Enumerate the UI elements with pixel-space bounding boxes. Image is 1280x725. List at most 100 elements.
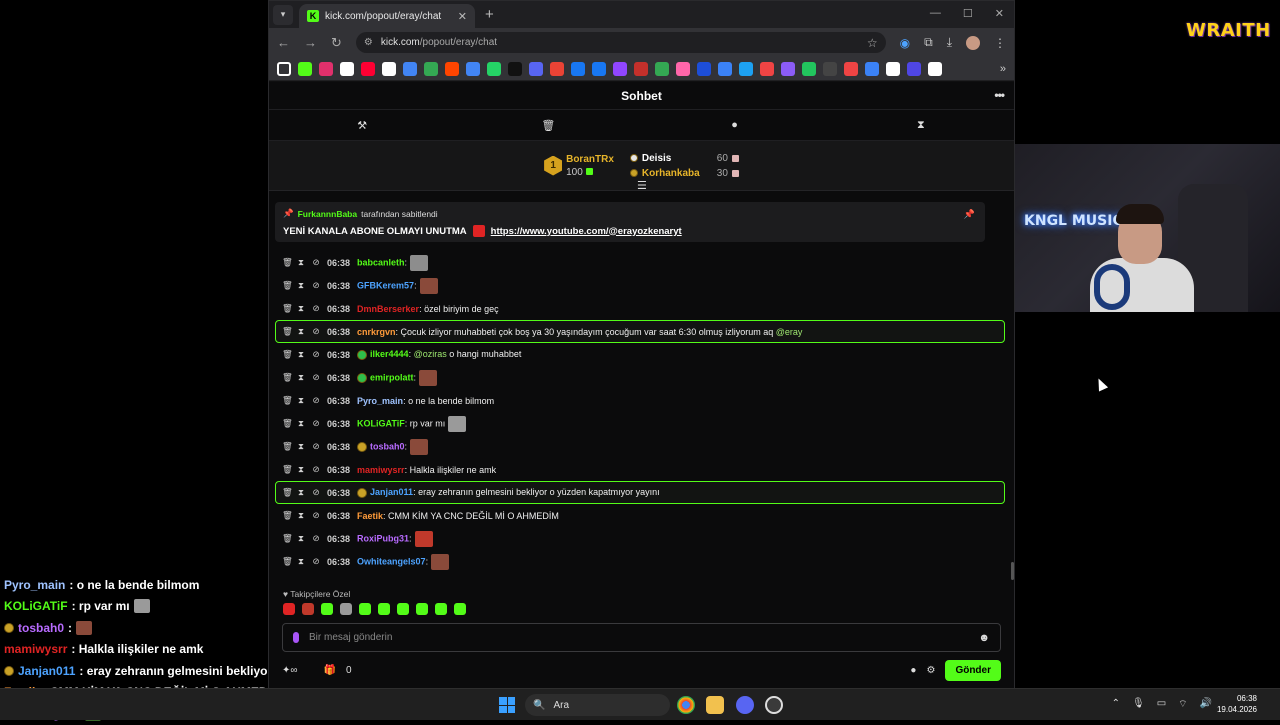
timeout-icon[interactable]: ⧗ <box>297 556 305 567</box>
delete-message-icon[interactable]: 🗑 <box>282 510 293 521</box>
hourglass-icon[interactable]: ⧗ <box>828 119 1014 132</box>
ban-icon[interactable]: ⊘ <box>312 372 320 383</box>
bookmark-icon[interactable] <box>466 61 480 76</box>
message-user[interactable]: babcanleth <box>357 257 405 267</box>
emote-shortcut-icon[interactable] <box>340 603 352 615</box>
delete-message-icon[interactable]: 🗑 <box>282 349 293 360</box>
message-user[interactable]: Owhiteangels07 <box>357 556 426 566</box>
timeout-icon[interactable]: ⧗ <box>297 418 305 429</box>
browser-tab[interactable]: K kick.com/popout/eray/chat ✕ <box>299 4 475 28</box>
chat-message[interactable]: 🗑 ⧗ ⊘ 06:38 cnrkrgvn: Çocuk izliyor muhabbet… <box>275 320 1005 343</box>
pinned-by-user[interactable]: FurkannnBaba <box>298 209 358 219</box>
timeout-icon[interactable]: ⧗ <box>297 257 305 268</box>
bookmark-icon[interactable] <box>697 61 711 76</box>
timeout-icon[interactable]: ⧗ <box>297 441 305 452</box>
bookmark-icon[interactable] <box>802 61 816 76</box>
chat-message[interactable]: 🗑 ⧗ ⊘ 06:38 Pyro_main: o ne la bende bilmom <box>275 389 1005 412</box>
windows-start-icon[interactable] <box>499 697 515 713</box>
ban-icon[interactable]: ⊘ <box>312 326 320 337</box>
bookmark-icon[interactable] <box>340 61 354 76</box>
chat-message[interactable]: 🗑 ⧗ ⊘ 06:38 Faetik: CMM KİM YA CNC DEĞİL Mİ … <box>275 504 1005 527</box>
message-user[interactable]: Pyro_main <box>357 396 403 406</box>
message-user[interactable]: KOLiGATiF <box>357 418 405 428</box>
chat-message[interactable]: 🗑 ⧗ ⊘ 06:38 Janjan011: eray zehranın gelmesi… <box>275 481 1005 504</box>
tray-volume-icon[interactable]: 🔊 <box>1200 698 1212 711</box>
emote-shortcut-icon[interactable] <box>321 603 333 615</box>
leaderboard-toggle-icon[interactable]: ☰ <box>637 179 647 192</box>
emote-shortcut-icon[interactable] <box>435 603 447 615</box>
puzzle-icon[interactable]: ⧉ <box>924 35 933 50</box>
trash-icon[interactable]: 🗑 <box>455 119 641 132</box>
delete-message-icon[interactable]: 🗑 <box>282 441 293 452</box>
delete-message-icon[interactable]: 🗑 <box>282 395 293 406</box>
ban-icon[interactable]: ⊘ <box>312 510 320 521</box>
points-icon[interactable]: ✦∞ <box>282 665 298 676</box>
delete-message-icon[interactable]: 🗑 <box>282 418 293 429</box>
delete-message-icon[interactable]: 🗑 <box>282 487 293 498</box>
gift-count-icon[interactable]: 🎁 <box>324 665 336 676</box>
bookmark-icon[interactable] <box>487 61 501 76</box>
maximize-icon[interactable]: ☐ <box>963 7 973 20</box>
message-mention[interactable]: @oziras <box>414 349 447 359</box>
bookmark-icon[interactable] <box>718 61 732 76</box>
bookmark-icon[interactable] <box>907 61 921 76</box>
bookmark-icon[interactable] <box>844 61 858 76</box>
discord-icon[interactable] <box>736 696 754 714</box>
bookmark-icon[interactable] <box>739 61 753 76</box>
emoji-picker-icon[interactable]: ☻ <box>978 632 990 644</box>
emote-shortcut-icon[interactable] <box>397 603 409 615</box>
bookmark-icon[interactable] <box>886 61 900 76</box>
taskbar-search[interactable]: 🔍 Ara <box>525 694 670 716</box>
message-user[interactable]: Faetik <box>357 511 383 521</box>
timeout-icon[interactable]: ⧗ <box>297 487 305 498</box>
forward-icon[interactable]: → <box>304 35 317 50</box>
bookmark-icon[interactable] <box>508 61 522 76</box>
emote-shortcut-icon[interactable] <box>302 603 314 615</box>
chrome-icon[interactable] <box>677 696 695 714</box>
url-field[interactable]: ⚙ kick.com/popout/eray/chat ☆ <box>355 32 886 53</box>
bookmark-icon[interactable] <box>865 61 879 76</box>
delete-message-icon[interactable]: 🗑 <box>282 326 293 337</box>
bookmark-icon[interactable] <box>592 61 606 76</box>
chat-bubble-icon[interactable]: ● <box>642 119 828 131</box>
ban-icon[interactable]: ⊘ <box>312 441 320 452</box>
message-user[interactable]: DmnBerserker <box>357 304 419 314</box>
tray-chevron-icon[interactable]: ⌃ <box>1112 698 1120 711</box>
chat-message[interactable]: 🗑 ⧗ ⊘ 06:38 tosbah0: <box>275 435 1005 458</box>
tray-mic-icon[interactable]: 🎙 <box>1132 698 1145 711</box>
mic-icon[interactable] <box>293 632 299 643</box>
timeout-icon[interactable]: ⧗ <box>297 303 305 314</box>
apps-grid-icon[interactable] <box>277 61 291 76</box>
emote-shortcut-icon[interactable] <box>283 603 295 615</box>
message-user[interactable]: cnrkrgvn <box>357 327 396 337</box>
message-mention[interactable]: @eray <box>776 327 803 337</box>
extension-icon[interactable]: ◉ <box>900 36 910 50</box>
ban-icon[interactable]: ⊘ <box>312 303 320 314</box>
ban-icon[interactable]: ⊘ <box>312 280 320 291</box>
new-tab-icon[interactable]: + <box>485 6 494 23</box>
menu-dots-icon[interactable]: ⋮ <box>994 36 1006 50</box>
bookmark-icon[interactable] <box>424 61 438 76</box>
close-tab-icon[interactable]: ✕ <box>458 10 467 23</box>
close-window-icon[interactable]: ✕ <box>995 7 1004 20</box>
bookmark-icon[interactable] <box>403 61 417 76</box>
emote-shortcut-icon[interactable] <box>378 603 390 615</box>
message-input[interactable]: Bir mesaj gönderin ☻ <box>282 623 1001 652</box>
bookmark-icon[interactable] <box>781 61 795 76</box>
chat-message[interactable]: 🗑 ⧗ ⊘ 06:38 KOLiGATiF: rp var mı <box>275 412 1005 435</box>
site-info-icon[interactable]: ⚙ <box>364 37 373 48</box>
emote-shortcut-icon[interactable] <box>416 603 428 615</box>
bookmark-icon[interactable] <box>676 61 690 76</box>
chat-message[interactable]: 🗑 ⧗ ⊘ 06:38 babcanleth: <box>275 251 1005 274</box>
tray-monitor-icon[interactable]: ▭ <box>1157 698 1166 711</box>
back-icon[interactable]: ← <box>277 35 290 50</box>
chat-message[interactable]: 🗑 ⧗ ⊘ 06:38 RoxiPubg31: <box>275 527 1005 550</box>
timeout-icon[interactable]: ⧗ <box>297 349 305 360</box>
bookmark-icon[interactable] <box>529 61 543 76</box>
timeout-icon[interactable]: ⧗ <box>297 395 305 406</box>
bookmark-icon[interactable] <box>613 61 627 76</box>
bookmark-icon[interactable] <box>445 61 459 76</box>
bookmark-icon[interactable] <box>823 61 837 76</box>
ban-icon[interactable]: ⊘ <box>312 487 320 498</box>
timeout-icon[interactable]: ⧗ <box>297 326 305 337</box>
